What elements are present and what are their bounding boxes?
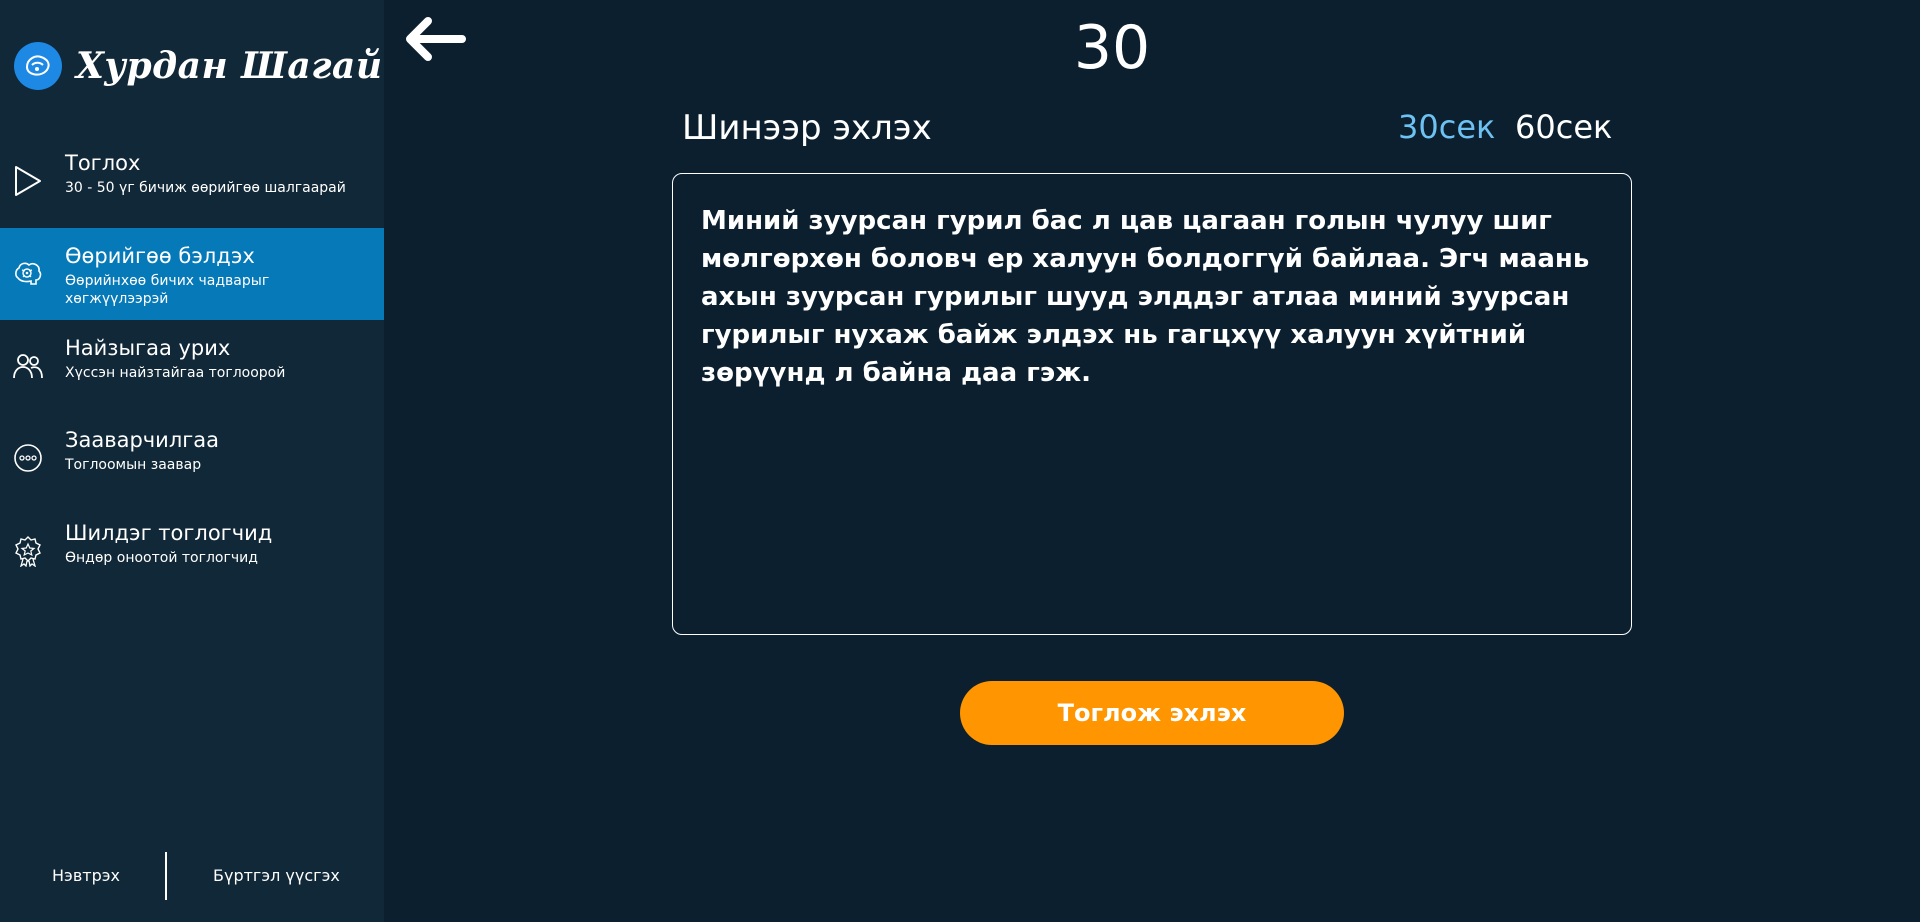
app-root: Хурдан Шагай Тоглох 30 - 50 үг бичиж өөр… [0,0,1920,922]
sidebar-item-leaderboard[interactable]: Шилдэг тоглогчид Өндөр оноотой тоглогчид [0,505,384,597]
award-icon [12,535,44,567]
sidebar-item-practice[interactable]: Өөрийгөө бэлдэх Өөрийнхөө бичих чадварыг… [0,228,384,320]
duration-30-option[interactable]: 30сек [1398,108,1495,146]
passage-text: Миний зуурсан гурил бас л цав цагаан гол… [701,206,1590,388]
sidebar-item-title: Өөрийгөө бэлдэх [65,244,255,268]
countdown-timer: 30 [1073,13,1151,83]
brain-icon [12,258,44,290]
sidebar-item-subtitle: 30 - 50 үг бичиж өөрийгөө шалгаарай [65,180,346,196]
sidebar-item-title: Шилдэг тоглогчид [65,521,273,545]
restart-button[interactable]: Шинээр эхлэх [682,108,932,148]
sidebar-item-subtitle: Өөрийнхөө бичих чадварыг хөгжүүлээрэй [65,273,270,307]
auth-divider [165,852,167,900]
sidebar-item-subtitle: Хүссэн найзтайгаа тоглоорой [65,365,286,381]
typing-text-box[interactable]: Миний зуурсан гурил бас л цав цагаан гол… [672,173,1632,635]
sidebar-item-subtitle: Өндөр оноотой тоглогчид [65,550,258,566]
sidebar-item-title: Зааварчилгаа [65,428,220,452]
register-link[interactable]: Бүртгэл үүсгэх [213,866,340,885]
sidebar-item-instructions[interactable]: Зааварчилгаа Тоглоомын заавар [0,412,384,504]
sidebar-item-title: Тоглох [65,151,141,175]
sidebar-item-invite[interactable]: Найзыгаа урих Хүссэн найзтайгаа тоглооро… [0,320,384,412]
brand[interactable]: Хурдан Шагай [14,40,383,92]
sidebar-item-subtitle: Тоглоомын заавар [65,457,202,473]
play-icon [12,165,44,197]
duration-60-option[interactable]: 60сек [1515,108,1612,146]
sidebar-item-title: Найзыгаа урих [65,336,231,360]
friends-icon [12,350,44,382]
back-button[interactable] [400,14,466,64]
sidebar: Хурдан Шагай Тоглох 30 - 50 үг бичиж өөр… [0,0,384,922]
brand-name: Хурдан Шагай [76,45,383,87]
arrow-left-icon [400,17,466,68]
start-game-button[interactable]: Тоглож эхлэх [960,681,1344,745]
shagai-logo-icon [14,42,62,90]
auth-links: Нэвтрэх Бүртгэл үүсгэх [0,852,384,902]
dots-icon [12,442,44,474]
login-link[interactable]: Нэвтрэх [52,866,120,885]
sidebar-item-play[interactable]: Тоглох 30 - 50 үг бичиж өөрийгөө шалгаар… [0,135,384,227]
